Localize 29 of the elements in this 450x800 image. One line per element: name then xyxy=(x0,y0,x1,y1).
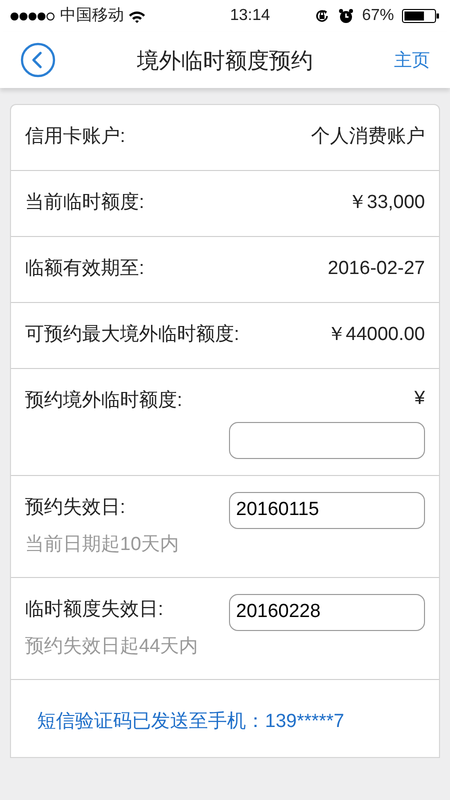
home-link[interactable]: 主页 xyxy=(394,46,430,74)
field-label: 信用卡账户: xyxy=(25,125,126,150)
field-value: ￥33,000 xyxy=(348,191,425,216)
rotation-lock-icon xyxy=(314,8,330,24)
input-field[interactable] xyxy=(229,422,425,458)
hint-text: 当前日期起10天内 xyxy=(25,532,180,556)
field-value: ￥44000.00 xyxy=(326,323,425,348)
sms-notice: 短信验证码已发送至手机：139*****7 xyxy=(37,711,344,732)
signal-icon xyxy=(10,12,56,20)
field-value: 2016-02-27 xyxy=(328,257,425,282)
status-time: 13:14 xyxy=(230,7,270,24)
alarm-icon xyxy=(338,8,354,24)
field-label: 临时额度失效日: xyxy=(25,598,164,622)
field-label: 预约失效日: xyxy=(25,496,126,520)
field-label: 可预约最大境外临时额度: xyxy=(25,323,240,348)
field-value: 个人消费账户 xyxy=(311,125,425,150)
page-title: 境外临时额度预约 xyxy=(137,46,313,74)
carrier-name: 中国移动 xyxy=(60,6,124,26)
field-label: 当前临时额度: xyxy=(25,191,144,216)
field-label: 预约境外临时额度: xyxy=(25,389,184,413)
battery-percent: 67% xyxy=(362,6,394,26)
wifi-icon xyxy=(128,10,146,22)
input-field[interactable]: 20160228 xyxy=(229,594,425,631)
field-label: 临额有效期至: xyxy=(25,257,144,282)
battery-icon xyxy=(402,9,440,23)
currency-symbol: ¥ xyxy=(414,387,425,411)
hint-text: 预约失效日起44天内 xyxy=(25,634,200,659)
back-icon[interactable] xyxy=(20,42,56,78)
input-field[interactable]: 20160115 xyxy=(229,492,425,528)
